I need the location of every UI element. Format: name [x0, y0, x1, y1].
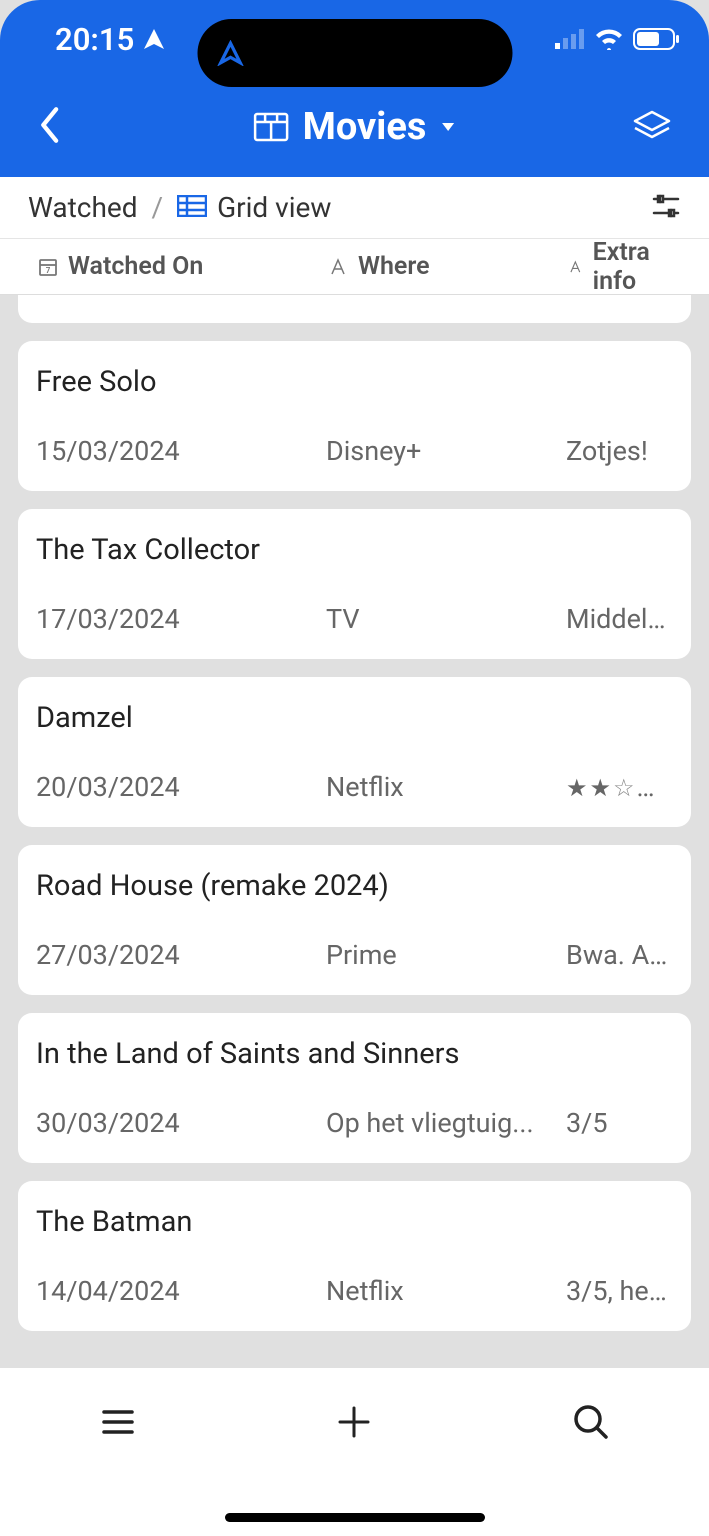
layers-button[interactable]: [631, 104, 673, 150]
record-title: Free Solo: [36, 365, 673, 399]
record-title: The Tax Collector: [36, 533, 673, 567]
record-date: 17/03/2024: [36, 603, 326, 635]
column-header-date[interactable]: 7 Watched On: [38, 252, 328, 281]
record-card[interactable]: The Tax Collector 17/03/2024TVMiddelmatig: [18, 509, 691, 659]
status-right: [555, 28, 679, 50]
record-title: In the Land of Saints and Sinners: [36, 1037, 673, 1071]
record-extra: Bwa. Amusan: [566, 939, 673, 971]
breadcrumb-table[interactable]: Watched: [28, 191, 138, 224]
location-icon: [142, 27, 166, 51]
record-where: TV: [326, 603, 566, 635]
add-button[interactable]: [334, 1402, 374, 1446]
bottom-bar: [0, 1368, 709, 1536]
home-indicator[interactable]: [225, 1513, 485, 1522]
record-row: 17/03/2024TVMiddelmatig: [36, 603, 673, 635]
search-button[interactable]: [571, 1402, 611, 1446]
record-title: The Batman: [36, 1205, 673, 1239]
chevron-down-icon: [440, 121, 456, 133]
record-title: Road House (remake 2024): [36, 869, 673, 903]
record-date: 15/03/2024: [36, 435, 326, 467]
record-where: Disney+: [326, 435, 566, 467]
record-date: 27/03/2024: [36, 939, 326, 971]
record-where: Netflix: [326, 1275, 566, 1307]
record-card[interactable]: The Batman 14/04/2024Netflix3/5, het had …: [18, 1181, 691, 1331]
record-date: 14/04/2024: [36, 1275, 326, 1307]
page-title: Movies: [303, 105, 427, 149]
battery-icon: [633, 28, 679, 50]
grid-icon: [177, 195, 207, 217]
content-list: Free Solo 15/03/2024Disney+Zotjes! The Tax…: [0, 295, 709, 1331]
view-selector[interactable]: Grid view: [177, 191, 331, 224]
column-header-where[interactable]: Where: [328, 252, 568, 281]
record-extra: 3/5, het had o: [566, 1275, 673, 1307]
text-field-icon: [568, 257, 583, 277]
record-where: Netflix: [326, 771, 566, 803]
column-header-extra[interactable]: Extra info: [568, 238, 671, 296]
back-button[interactable]: [36, 105, 62, 149]
film-icon: [253, 112, 289, 142]
calendar-icon: 7: [38, 257, 58, 277]
nav-arrow-icon: [217, 40, 243, 66]
record-row: 14/04/2024Netflix3/5, het had o: [36, 1275, 673, 1307]
header-title-dropdown[interactable]: Movies: [253, 105, 457, 149]
wifi-icon: [595, 28, 623, 50]
text-field-icon: [328, 257, 348, 277]
record-row: 20/03/2024Netflix★★☆☆☆: [36, 771, 673, 803]
signal-icon: [555, 29, 585, 49]
record-card[interactable]: In the Land of Saints and Sinners 30/03/2…: [18, 1013, 691, 1163]
partial-card[interactable]: [18, 295, 691, 323]
status-time: 20:15: [55, 21, 134, 58]
record-card[interactable]: Damzel 20/03/2024Netflix★★☆☆☆: [18, 677, 691, 827]
breadcrumb-bar: Watched / Grid view: [0, 177, 709, 239]
record-date: 30/03/2024: [36, 1107, 326, 1139]
record-row: 30/03/2024Op het vliegtuig...3/5: [36, 1107, 673, 1139]
svg-text:7: 7: [46, 266, 51, 275]
record-extra: Middelmatig: [566, 603, 673, 635]
record-where: Op het vliegtuig...: [326, 1107, 566, 1139]
menu-button[interactable]: [98, 1402, 138, 1446]
record-date: 20/03/2024: [36, 771, 326, 803]
record-extra: ★★☆☆☆: [566, 771, 673, 803]
status-bar: 20:15: [0, 1, 709, 77]
breadcrumb-separator: /: [152, 191, 164, 224]
columns-header: 7 Watched On Where Extra info: [0, 239, 709, 295]
record-extra: Zotjes!: [566, 435, 673, 467]
record-row: 27/03/2024PrimeBwa. Amusan: [36, 939, 673, 971]
app-header: Movies: [0, 77, 709, 177]
filter-button[interactable]: [651, 191, 681, 225]
record-card[interactable]: Road House (remake 2024) 27/03/2024PrimeB…: [18, 845, 691, 995]
record-extra: 3/5: [566, 1107, 673, 1139]
record-card[interactable]: Free Solo 15/03/2024Disney+Zotjes!: [18, 341, 691, 491]
record-where: Prime: [326, 939, 566, 971]
view-name: Grid view: [217, 191, 331, 224]
record-row: 15/03/2024Disney+Zotjes!: [36, 435, 673, 467]
record-title: Damzel: [36, 701, 673, 735]
